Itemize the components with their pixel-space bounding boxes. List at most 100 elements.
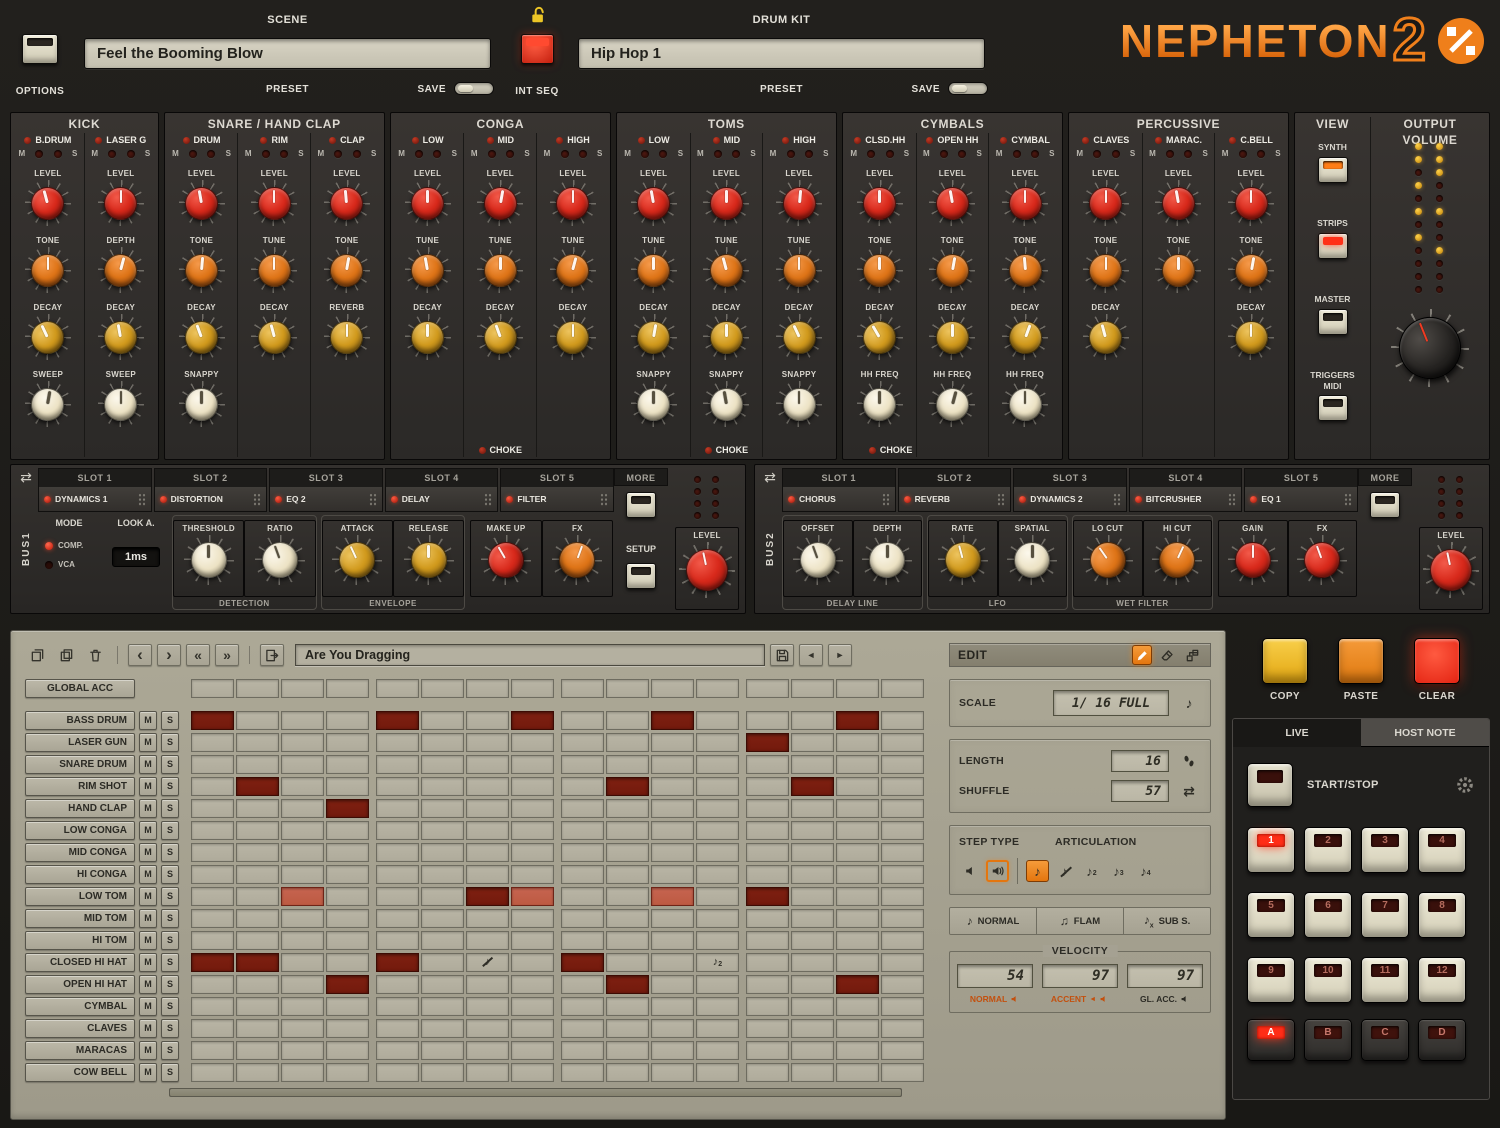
solo-led[interactable] — [1112, 150, 1120, 158]
step-cell[interactable] — [791, 953, 834, 972]
step-cell[interactable] — [791, 733, 834, 752]
step-cell[interactable] — [606, 909, 649, 928]
step-cell[interactable] — [326, 1019, 369, 1038]
step-cell[interactable] — [421, 1019, 464, 1038]
copy-button[interactable]: COPY — [1262, 638, 1308, 702]
step-cell[interactable] — [746, 1063, 789, 1082]
step-cell[interactable] — [606, 755, 649, 774]
mute-led[interactable] — [1166, 150, 1174, 158]
step-cell[interactable] — [376, 953, 419, 972]
step-cell[interactable] — [466, 865, 509, 884]
step-cell[interactable] — [836, 1041, 879, 1060]
step-cell[interactable] — [511, 843, 554, 862]
step-cell[interactable] — [421, 1063, 464, 1082]
step-cell[interactable] — [836, 843, 879, 862]
step-cell[interactable] — [236, 909, 279, 928]
step-cell[interactable] — [236, 1041, 279, 1060]
synth-button[interactable] — [1318, 157, 1348, 183]
step-cell[interactable] — [746, 953, 789, 972]
step-cell[interactable] — [791, 755, 834, 774]
offset-knob[interactable] — [795, 537, 841, 583]
level-knob[interactable] — [411, 187, 444, 220]
step-cell[interactable] — [326, 887, 369, 906]
mute-led[interactable] — [1239, 150, 1247, 158]
track-hi-tom[interactable]: HI TOM — [25, 931, 135, 950]
mute-button[interactable]: M — [139, 887, 157, 906]
gear-icon[interactable] — [1455, 775, 1475, 795]
slot-reverb[interactable]: SLOT 2REVERB — [898, 468, 1012, 512]
pad-1[interactable]: 1 — [1247, 827, 1295, 873]
step-cell[interactable] — [376, 733, 419, 752]
mute-button[interactable]: M — [139, 1041, 157, 1060]
step-cell[interactable] — [651, 1063, 694, 1082]
grip-icon[interactable] — [600, 493, 608, 506]
track-low-conga[interactable]: LOW CONGA — [25, 821, 135, 840]
level-knob[interactable] — [481, 184, 519, 222]
mute-led[interactable] — [262, 150, 270, 158]
slot-filter[interactable]: SLOT 5FILTER — [500, 468, 614, 512]
step-cell[interactable] — [511, 865, 554, 884]
pattern-name-field[interactable]: Are You Dragging — [295, 644, 765, 666]
tone-knob[interactable] — [184, 252, 220, 288]
master-button[interactable] — [1318, 309, 1348, 335]
step-cell[interactable] — [466, 887, 509, 906]
step-cell[interactable] — [791, 777, 834, 796]
step-cell[interactable] — [376, 865, 419, 884]
mode-option-comp[interactable]: COMP. — [45, 541, 100, 550]
step-cell[interactable] — [791, 1041, 834, 1060]
step-cell[interactable] — [236, 799, 279, 818]
step-cell[interactable] — [561, 1041, 604, 1060]
tune-knob[interactable] — [637, 254, 670, 287]
tone-knob[interactable] — [1089, 254, 1122, 287]
step-cell[interactable] — [791, 1019, 834, 1038]
solo-button[interactable]: S — [161, 843, 179, 862]
tone-knob[interactable] — [328, 251, 366, 289]
mute-led[interactable] — [488, 150, 496, 158]
step-cell[interactable] — [376, 755, 419, 774]
step-cell[interactable] — [606, 777, 649, 796]
mute-led[interactable] — [561, 150, 569, 158]
step-cell[interactable] — [696, 1019, 739, 1038]
mute-led[interactable] — [787, 150, 795, 158]
level-knob[interactable] — [182, 184, 220, 222]
step-cell[interactable] — [376, 931, 419, 950]
decay-knob[interactable] — [1004, 316, 1046, 358]
step-cell[interactable] — [881, 799, 924, 818]
step-cell[interactable] — [236, 777, 279, 796]
reverb-knob[interactable] — [330, 321, 363, 354]
step-cell[interactable] — [651, 887, 694, 906]
step-cell[interactable] — [881, 777, 924, 796]
triggers-midi-button[interactable] — [1318, 395, 1348, 421]
step-cell[interactable] — [881, 843, 924, 862]
step-cell[interactable] — [561, 711, 604, 730]
paste-button[interactable]: PASTE — [1338, 638, 1384, 702]
step-cell[interactable] — [191, 821, 234, 840]
acc-step-cell[interactable] — [561, 679, 604, 698]
note-icon[interactable]: ♪ — [1177, 692, 1201, 714]
step-cell[interactable] — [696, 755, 739, 774]
more-button[interactable] — [1370, 492, 1400, 518]
step-cell[interactable] — [511, 975, 554, 994]
track-bass-drum[interactable]: BASS DRUM — [25, 711, 135, 730]
step-cell[interactable] — [376, 887, 419, 906]
duplicate-icon[interactable] — [25, 644, 49, 666]
mute-led[interactable] — [1013, 150, 1021, 158]
mute-button[interactable]: M — [139, 953, 157, 972]
save-icon[interactable] — [770, 644, 794, 666]
level-knob[interactable] — [1009, 187, 1042, 220]
tone-knob[interactable] — [1007, 252, 1043, 288]
step-cell[interactable] — [466, 799, 509, 818]
step-cell[interactable] — [836, 799, 879, 818]
scrollbar-thumb[interactable] — [170, 1089, 901, 1096]
solo-led[interactable] — [659, 150, 667, 158]
setup-button[interactable] — [626, 563, 656, 589]
bank-d[interactable]: D — [1418, 1019, 1466, 1061]
step-cell[interactable] — [466, 711, 509, 730]
step-cell[interactable] — [651, 931, 694, 950]
step-cell[interactable] — [836, 953, 879, 972]
hh-freq-knob[interactable] — [1009, 388, 1042, 421]
mute-led[interactable] — [714, 150, 722, 158]
step-cell[interactable] — [606, 953, 649, 972]
step-cell[interactable] — [421, 755, 464, 774]
step-cell[interactable] — [326, 711, 369, 730]
